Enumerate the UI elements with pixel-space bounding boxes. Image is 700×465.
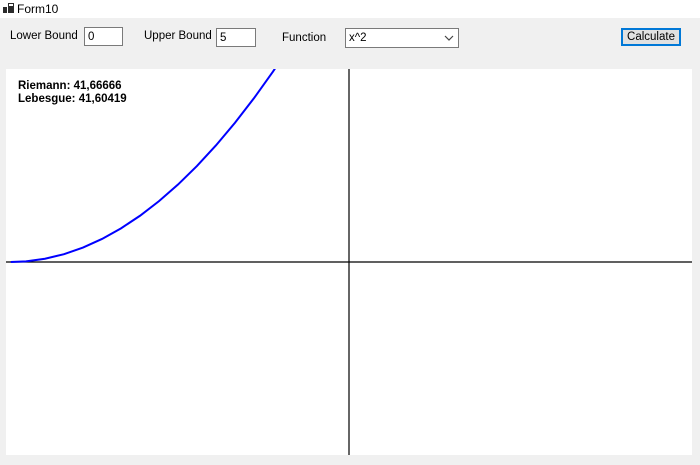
chevron-down-icon[interactable] (444, 34, 454, 42)
window-title: Form10 (17, 2, 59, 16)
function-plot (6, 69, 692, 455)
title-bar: Form10 (0, 0, 700, 18)
function-selected-value: x^2 (349, 32, 367, 44)
form10-window: Form10 Lower Bound Upper Bound Function … (0, 0, 700, 465)
calculate-button[interactable]: Calculate (621, 28, 681, 46)
function-label: Function (282, 32, 327, 44)
form-app-icon (3, 3, 14, 13)
riemann-result: Riemann: 41,66666 (18, 80, 122, 92)
upper-bound-label: Upper Bound (144, 30, 212, 42)
function-select[interactable]: x^2 (345, 28, 459, 48)
plot-area: Riemann: 41,66666 Lebesgue: 41,60419 (6, 69, 692, 455)
upper-bound-input[interactable] (216, 28, 256, 47)
lower-bound-input[interactable] (84, 27, 123, 46)
lebesgue-result: Lebesgue: 41,60419 (18, 93, 127, 105)
lower-bound-label: Lower Bound (10, 30, 78, 42)
